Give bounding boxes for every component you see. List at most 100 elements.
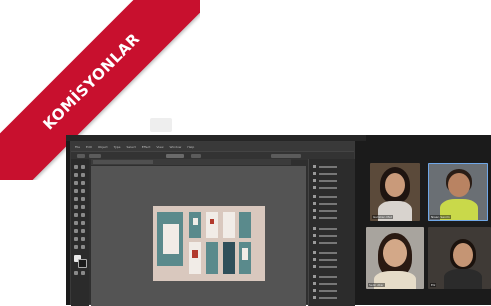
participant-tile[interactable]: Elz — [428, 227, 491, 289]
panel-row-icon — [313, 227, 316, 230]
panel-row[interactable] — [313, 202, 337, 205]
panel-row-label — [319, 165, 337, 168]
rectangle-tool-icon[interactable] — [81, 181, 85, 185]
graph-tool-icon[interactable] — [81, 229, 85, 233]
slice-tool-icon[interactable] — [81, 237, 85, 241]
panel-row[interactable] — [313, 265, 337, 268]
participant-face — [385, 173, 405, 197]
menu-item[interactable]: Type — [114, 145, 121, 149]
opacity-field[interactable] — [166, 154, 184, 158]
panel-row[interactable] — [313, 282, 337, 285]
panel-row-icon — [313, 209, 316, 212]
panel-row-label — [319, 251, 337, 254]
eyedropper-tool-icon[interactable] — [74, 221, 78, 225]
screen-mode-icon[interactable] — [81, 271, 85, 275]
design-card-teal[interactable] — [189, 212, 201, 238]
symbol-tool-icon[interactable] — [74, 229, 78, 233]
panel-row-icon — [313, 275, 316, 278]
stroke-color-icon[interactable] — [78, 259, 87, 268]
design-card-light[interactable] — [206, 212, 218, 238]
background-smudge — [150, 118, 172, 132]
panel-row-label — [319, 296, 337, 299]
design-card-light[interactable] — [189, 242, 201, 274]
canvas-area[interactable] — [91, 166, 306, 306]
participant-tile[interactable]: Gulistan Mat — [370, 163, 420, 221]
brush-tool-icon[interactable] — [74, 189, 78, 193]
panel-row[interactable] — [313, 209, 337, 212]
panel-row[interactable] — [313, 216, 337, 219]
free-transform-tool-icon[interactable] — [81, 205, 85, 209]
panel-row[interactable] — [313, 275, 337, 278]
panel-row-label — [319, 282, 337, 285]
panel-row-label — [319, 172, 337, 175]
hand-tool-icon[interactable] — [74, 245, 78, 249]
blend-tool-icon[interactable] — [81, 221, 85, 225]
document-tab-strip — [91, 159, 291, 165]
gradient-tool-icon[interactable] — [81, 213, 85, 217]
align-controls[interactable] — [271, 154, 301, 158]
artboard-tool-icon[interactable] — [74, 237, 78, 241]
panel-row[interactable] — [313, 234, 337, 237]
participant-tile[interactable]: Selin Atar — [366, 227, 424, 289]
draw-mode-icon[interactable] — [74, 271, 78, 275]
panel-row[interactable] — [313, 227, 337, 230]
type-tool-icon[interactable] — [81, 173, 85, 177]
menu-item[interactable]: Effect — [142, 145, 151, 149]
pen-tool-icon[interactable] — [74, 173, 78, 177]
tools-panel — [71, 159, 89, 306]
panel-row[interactable] — [313, 172, 337, 175]
design-card-dark[interactable] — [223, 242, 235, 274]
design-card-teal[interactable] — [239, 212, 251, 238]
fill-swatch[interactable] — [77, 154, 85, 158]
design-card-teal[interactable] — [206, 242, 218, 274]
artboard[interactable] — [153, 206, 265, 281]
panel-row-label — [319, 258, 337, 261]
panel-row-icon — [313, 216, 316, 219]
pencil-tool-icon[interactable] — [81, 189, 85, 193]
zoom-tool-icon[interactable] — [81, 245, 85, 249]
scale-tool-icon[interactable] — [81, 197, 85, 201]
menu-item[interactable]: Help — [187, 145, 194, 149]
panel-row[interactable] — [313, 186, 337, 189]
menu-item[interactable]: Object — [98, 145, 108, 149]
panel-row[interactable] — [313, 296, 337, 299]
panel-row[interactable] — [313, 195, 337, 198]
panel-row-label — [319, 265, 337, 268]
design-card-accent — [210, 219, 214, 224]
menu-item[interactable]: File — [75, 145, 80, 149]
line-tool-icon[interactable] — [74, 181, 78, 185]
properties-panel — [308, 159, 355, 306]
panel-row[interactable] — [313, 251, 337, 254]
menu-item[interactable]: Select — [127, 145, 136, 149]
direct-select-tool-icon[interactable] — [81, 165, 85, 169]
stroke-control[interactable] — [89, 154, 101, 158]
panel-row-label — [319, 241, 337, 244]
panel-row[interactable] — [313, 179, 337, 182]
design-card-accent — [192, 250, 198, 258]
video-call-grid: Gulistan Mat Nisan Sevim Selin Atar Elz — [366, 157, 491, 305]
laptop-screen: File Edit Object Type Select Effect View… — [66, 135, 491, 306]
rotate-tool-icon[interactable] — [74, 197, 78, 201]
participant-face — [383, 239, 407, 267]
panel-row-icon — [313, 241, 316, 244]
shape-builder-tool-icon[interactable] — [74, 213, 78, 217]
style-dropdown[interactable] — [191, 154, 201, 158]
panel-row-icon — [313, 251, 316, 254]
panel-row-icon — [313, 195, 316, 198]
menu-item[interactable]: Edit — [86, 145, 92, 149]
selection-tool-icon[interactable] — [74, 165, 78, 169]
warp-tool-icon[interactable] — [74, 205, 78, 209]
panel-row-label — [319, 275, 337, 278]
participant-body — [444, 269, 482, 289]
document-tab[interactable] — [93, 160, 153, 164]
menu-item[interactable]: Window — [170, 145, 182, 149]
panel-row-label — [319, 186, 337, 189]
panel-row[interactable] — [313, 289, 337, 292]
menu-item[interactable]: View — [156, 145, 163, 149]
panel-row[interactable] — [313, 258, 337, 261]
participant-tile-active[interactable]: Nisan Sevim — [428, 163, 488, 221]
panel-row[interactable] — [313, 241, 337, 244]
panel-row[interactable] — [313, 165, 337, 168]
design-card-light[interactable] — [223, 212, 235, 238]
panel-row-icon — [313, 179, 316, 182]
